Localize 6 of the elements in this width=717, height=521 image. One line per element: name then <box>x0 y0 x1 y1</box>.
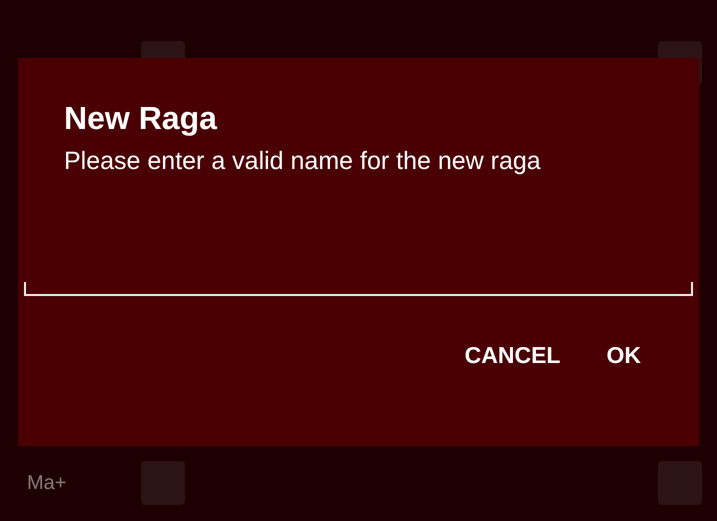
dialog-button[interactable]: CANCEL <box>456 334 568 377</box>
input-field[interactable] <box>24 282 693 296</box>
dialog-message: Please enter a valid name for the new raga <box>63 146 542 177</box>
dialog-title: New Raga <box>63 99 218 138</box>
note-label: Ma+ <box>27 472 68 494</box>
dialog-button[interactable]: OK <box>598 334 649 377</box>
